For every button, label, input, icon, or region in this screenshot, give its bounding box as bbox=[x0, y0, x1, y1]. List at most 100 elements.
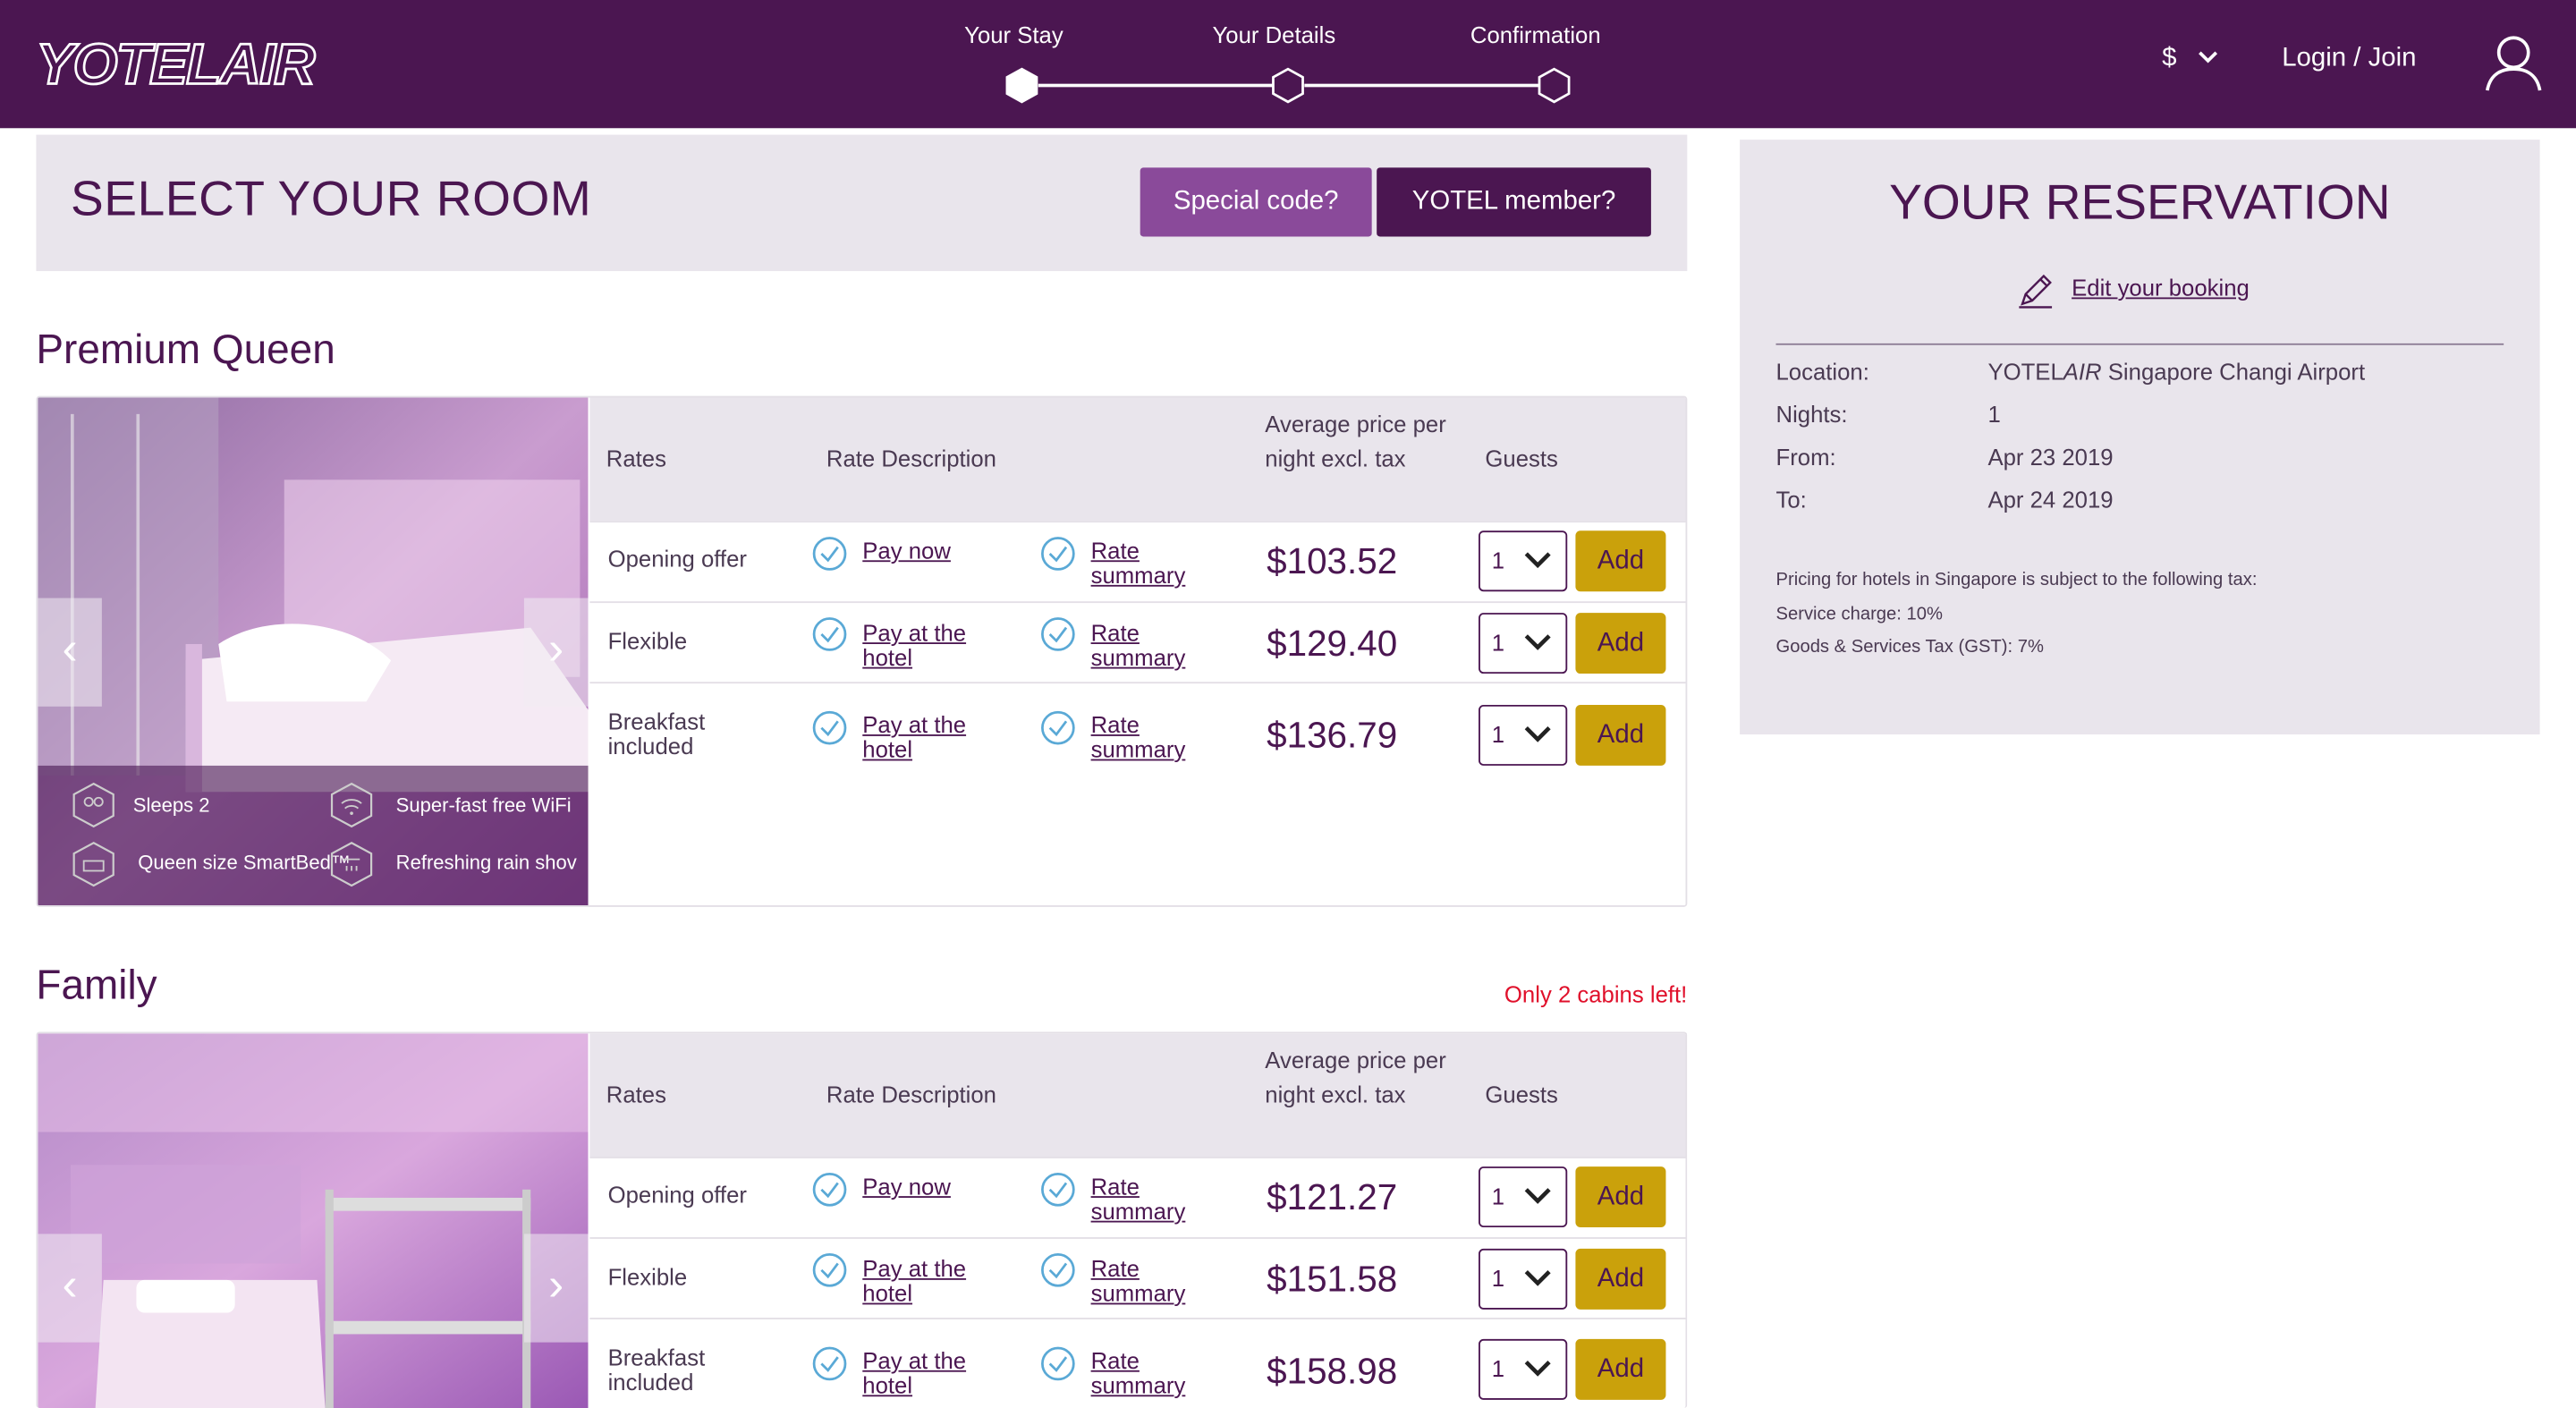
from-label: From: bbox=[1775, 443, 1836, 471]
step-active-hexagon-icon bbox=[1005, 67, 1038, 104]
add-rate-button[interactable]: Add bbox=[1575, 530, 1666, 592]
rate-summary-link[interactable]: Rate summary bbox=[1091, 712, 1207, 762]
add-rate-button[interactable]: Add bbox=[1575, 1338, 1666, 1400]
rates-table-header: Rates Rate Description Average price per… bbox=[589, 397, 1686, 522]
yotelair-logo[interactable]: YOTELAIR bbox=[35, 31, 317, 98]
rate-row: Opening offer Pay now Rate summary $121.… bbox=[589, 1157, 1686, 1238]
login-join-link[interactable]: Login / Join bbox=[2282, 45, 2416, 74]
price-column-header: Average price per night excl. tax bbox=[1265, 1046, 1446, 1107]
guests-column-header: Guests bbox=[1485, 1081, 1558, 1107]
rate-summary-link[interactable]: Rate summary bbox=[1091, 1348, 1207, 1398]
check-circle-icon bbox=[1041, 1252, 1075, 1287]
chevron-down-icon bbox=[1524, 1270, 1551, 1286]
payment-option-link[interactable]: Pay at the hotel bbox=[862, 1348, 994, 1398]
rate-price: $158.98 bbox=[1267, 1350, 1398, 1392]
currency-selector[interactable]: $ bbox=[2162, 45, 2220, 74]
from-date: Apr 23 2019 bbox=[1987, 443, 2114, 471]
amenity-smartbed: Queen size SmartBed™ bbox=[138, 851, 351, 875]
nights-label: Nights: bbox=[1775, 401, 1848, 428]
check-circle-icon bbox=[812, 1346, 847, 1381]
location-name: Singapore Changi Airport bbox=[2101, 358, 2366, 385]
rate-price: $121.27 bbox=[1267, 1176, 1398, 1218]
chevron-down-icon bbox=[1524, 1188, 1551, 1204]
divider bbox=[1775, 343, 2504, 345]
guests-select[interactable]: 1 bbox=[1479, 530, 1568, 592]
rate-summary-link[interactable]: Rate summary bbox=[1091, 1174, 1207, 1224]
check-circle-icon bbox=[1041, 1346, 1075, 1381]
rate-price: $103.52 bbox=[1267, 540, 1398, 582]
rate-summary-link[interactable]: Rate summary bbox=[1091, 620, 1207, 670]
payment-option-link[interactable]: Pay at the hotel bbox=[862, 1256, 994, 1306]
chevron-down-icon bbox=[1524, 552, 1551, 569]
wifi-icon bbox=[330, 782, 373, 828]
room-title-family: Family bbox=[36, 963, 157, 1009]
check-circle-icon bbox=[812, 537, 847, 571]
guests-select[interactable]: 1 bbox=[1479, 1338, 1568, 1400]
edit-booking-link[interactable]: Edit your booking bbox=[2072, 275, 2250, 301]
smartbed-icon bbox=[72, 841, 114, 887]
step-hexagon-icon bbox=[1538, 67, 1571, 104]
payment-option-link[interactable]: Pay now bbox=[862, 539, 994, 564]
check-circle-icon bbox=[1041, 710, 1075, 745]
page-title: SELECT YOUR ROOM bbox=[70, 172, 592, 227]
rate-name: Breakfast included bbox=[607, 1344, 706, 1395]
user-account-icon[interactable] bbox=[2484, 33, 2543, 92]
add-rate-button[interactable]: Add bbox=[1575, 1166, 1666, 1228]
reservation-panel: YOUR RESERVATION Edit your booking Locat… bbox=[1740, 140, 2540, 735]
amenity-rain-shower: Refreshing rain shov bbox=[395, 851, 577, 875]
guests-select[interactable]: 1 bbox=[1479, 1166, 1568, 1228]
step-your-stay-label: Your Stay bbox=[964, 21, 1063, 48]
room-card-family: ‹ › Rates Rate Description Average price… bbox=[36, 1031, 1688, 1408]
step-confirmation-label: Confirmation bbox=[1470, 21, 1601, 48]
special-code-button[interactable]: Special code? bbox=[1140, 167, 1372, 237]
chevron-down-icon bbox=[2199, 51, 2218, 64]
payment-option-link[interactable]: Pay now bbox=[862, 1174, 994, 1200]
rate-description-column-header: Rate Description bbox=[826, 1081, 996, 1107]
add-rate-button[interactable]: Add bbox=[1575, 704, 1666, 766]
rate-row: Opening offer Pay now Rate summary $103.… bbox=[589, 521, 1686, 602]
chevron-down-icon bbox=[1524, 726, 1551, 742]
yotel-member-button[interactable]: YOTEL member? bbox=[1377, 167, 1651, 237]
currency-symbol: $ bbox=[2162, 44, 2177, 72]
check-circle-icon bbox=[812, 1252, 847, 1287]
add-rate-button[interactable]: Add bbox=[1575, 1248, 1666, 1310]
rate-row: Breakfast included Pay at the hotel Rate… bbox=[589, 1318, 1686, 1408]
availability-alert: Only 2 cabins left! bbox=[1504, 980, 1688, 1007]
rate-name: Breakfast included bbox=[607, 708, 706, 759]
rate-row: Flexible Pay at the hotel Rate summary $… bbox=[589, 601, 1686, 683]
carousel-next-button[interactable]: › bbox=[523, 1234, 589, 1343]
rate-price: $129.40 bbox=[1267, 623, 1398, 665]
guests-value: 1 bbox=[1491, 721, 1505, 748]
location-label: Location: bbox=[1775, 358, 1869, 385]
location-brand: YOTEL bbox=[1987, 358, 2063, 385]
progress-line bbox=[1304, 83, 1540, 87]
rates-table-header: Rates Rate Description Average price per… bbox=[589, 1033, 1686, 1158]
progress-line bbox=[1038, 83, 1274, 87]
room-amenities: Sleeps 2 Super-fast free WiFi Queen size… bbox=[38, 765, 589, 906]
amenity-wifi: Super-fast free WiFi bbox=[395, 793, 572, 817]
rate-row: Flexible Pay at the hotel Rate summary $… bbox=[589, 1237, 1686, 1319]
carousel-prev-button[interactable]: ‹ bbox=[38, 598, 102, 707]
carousel-next-button[interactable]: › bbox=[523, 598, 589, 707]
location-value: YOTELAIR Singapore Changi Airport bbox=[1987, 358, 2365, 384]
rate-name: Flexible bbox=[607, 627, 688, 655]
gst-tax: Goods & Services Tax (GST): 7% bbox=[1775, 637, 2044, 657]
rate-summary-link[interactable]: Rate summary bbox=[1091, 1256, 1207, 1306]
guests-select[interactable]: 1 bbox=[1479, 613, 1568, 674]
payment-option-link[interactable]: Pay at the hotel bbox=[862, 620, 994, 670]
to-date: Apr 24 2019 bbox=[1987, 486, 2114, 513]
rate-name: Flexible bbox=[607, 1263, 688, 1290]
guests-value: 1 bbox=[1491, 1183, 1505, 1209]
guests-value: 1 bbox=[1491, 547, 1505, 574]
pencil-edit-icon[interactable] bbox=[2016, 271, 2055, 310]
carousel-prev-button[interactable]: ‹ bbox=[38, 1234, 102, 1343]
add-rate-button[interactable]: Add bbox=[1575, 613, 1666, 674]
payment-option-link[interactable]: Pay at the hotel bbox=[862, 712, 994, 762]
sleeps-icon bbox=[72, 782, 114, 828]
rate-name: Opening offer bbox=[607, 1181, 747, 1208]
room-title-premium-queen: Premium Queen bbox=[36, 327, 335, 373]
rate-description-column-header: Rate Description bbox=[826, 445, 996, 472]
guests-select[interactable]: 1 bbox=[1479, 1248, 1568, 1310]
guests-select[interactable]: 1 bbox=[1479, 704, 1568, 766]
rate-summary-link[interactable]: Rate summary bbox=[1091, 539, 1207, 588]
